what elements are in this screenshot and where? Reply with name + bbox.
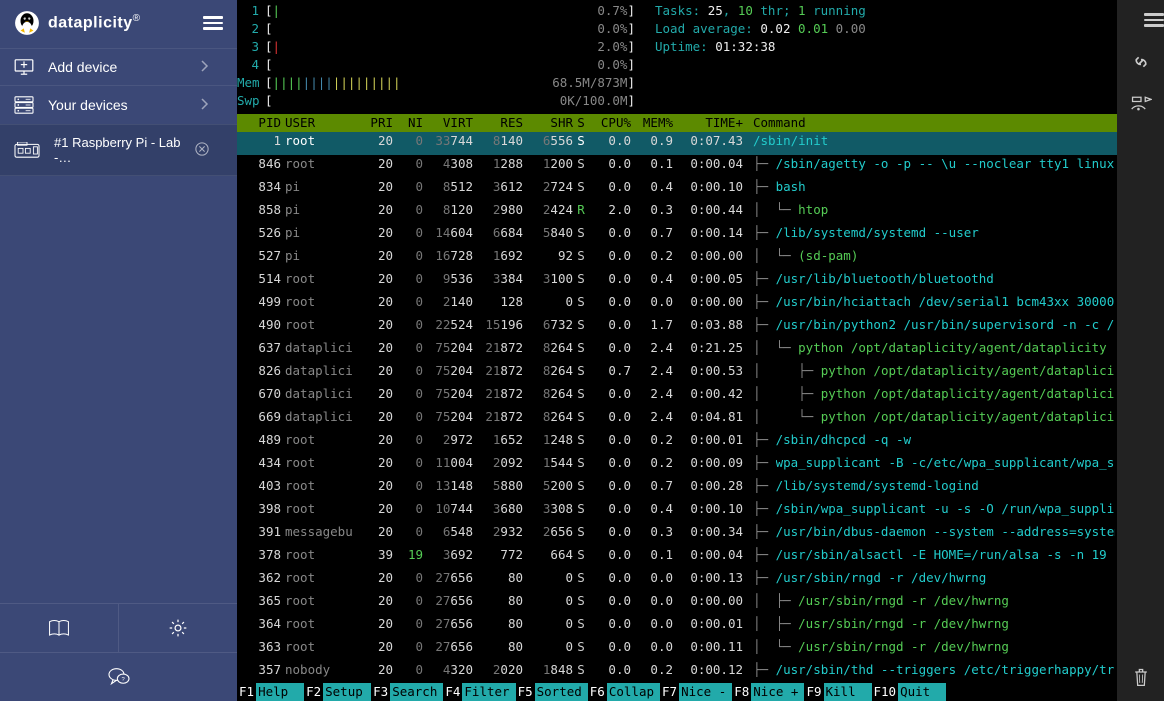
fkey-F2[interactable]: F2Setup bbox=[304, 683, 371, 701]
htop-header: 1[|0.7%]Tasks: 25, 10 thr; 1 running2[0.… bbox=[237, 0, 1117, 114]
fkey-F7[interactable]: F7Nice - bbox=[660, 683, 732, 701]
process-row[interactable]: 499 root 20 0 2140 128 0 S 0.0 0.0 0:00.… bbox=[237, 293, 1117, 316]
sidebar-item-your-devices[interactable]: Your devices bbox=[0, 85, 237, 124]
fkey-F1[interactable]: F1Help bbox=[237, 683, 304, 701]
fkey-F10[interactable]: F10Quit bbox=[872, 683, 947, 701]
process-row[interactable]: 514 root 20 0 9536 3384 3100 S 0.0 0.4 0… bbox=[237, 270, 1117, 293]
sidebar-item-label: Add device bbox=[48, 59, 117, 75]
fkey-F8[interactable]: F8Nice + bbox=[732, 683, 804, 701]
book-icon bbox=[48, 619, 70, 637]
board-icon bbox=[14, 142, 40, 158]
chat-button[interactable]: ? bbox=[0, 652, 237, 701]
process-row[interactable]: 527 pi 20 0 16728 1692 92 S 0.0 0.2 0:00… bbox=[237, 247, 1117, 270]
process-row[interactable]: 834 pi 20 0 8512 3612 2724 S 0.0 0.4 0:0… bbox=[237, 178, 1117, 201]
process-row[interactable]: 1 root 20 0 33744 8140 6556 S 0.0 0.9 0:… bbox=[237, 132, 1117, 155]
hamburger-icon[interactable] bbox=[203, 13, 223, 33]
chat-icon: ? bbox=[108, 667, 130, 687]
process-row[interactable]: 363 root 20 0 27656 80 0 S 0.0 0.0 0:00.… bbox=[237, 638, 1117, 661]
sidebar-item-device-tab[interactable]: #1 Raspberry Pi - Lab -… bbox=[0, 124, 237, 176]
sidebar-footer bbox=[0, 603, 237, 652]
diagnostics-icon[interactable] bbox=[1130, 94, 1152, 114]
sidebar-item-label: Your devices bbox=[48, 97, 128, 113]
process-row[interactable]: 490 root 20 0 22524 15196 6732 S 0.0 1.7… bbox=[237, 316, 1117, 339]
process-row[interactable]: 378 root 39 19 3692 772 664 S 0.0 0.1 0:… bbox=[237, 546, 1117, 569]
process-row[interactable]: 403 root 20 0 13148 5880 5200 S 0.0 0.7 … bbox=[237, 477, 1117, 500]
right-rail bbox=[1117, 0, 1164, 701]
chevron-right-icon bbox=[199, 59, 223, 75]
process-row[interactable]: 365 root 20 0 27656 80 0 S 0.0 0.0 0:00.… bbox=[237, 592, 1117, 615]
process-row[interactable]: 362 root 20 0 27656 80 0 S 0.0 0.0 0:00.… bbox=[237, 569, 1117, 592]
docs-button[interactable] bbox=[0, 604, 118, 652]
close-icon[interactable] bbox=[195, 142, 223, 159]
process-row[interactable]: 858 pi 20 0 8120 2980 2424 R 2.0 0.3 0:0… bbox=[237, 201, 1117, 224]
process-table-header: PIDUSERPRINIVIRTRESSHRSCPU%MEM%TIME+Comm… bbox=[237, 114, 1117, 132]
fkey-F9[interactable]: F9Kill bbox=[804, 683, 871, 701]
trash-icon[interactable] bbox=[1132, 667, 1150, 687]
fkey-F6[interactable]: F6Collap bbox=[588, 683, 660, 701]
server-icon bbox=[14, 96, 34, 114]
monitor-plus-icon bbox=[14, 59, 34, 75]
process-row[interactable]: 357 nobody 20 0 4320 2020 1848 S 0.0 0.2… bbox=[237, 661, 1117, 683]
sidebar: dataplicity® Add device bbox=[0, 0, 237, 701]
process-row[interactable]: 364 root 20 0 27656 80 0 S 0.0 0.0 0:00.… bbox=[237, 615, 1117, 638]
fkey-F4[interactable]: F4Filter bbox=[443, 683, 515, 701]
fkey-F5[interactable]: F5Sorted bbox=[516, 683, 588, 701]
sidebar-header: dataplicity® bbox=[0, 0, 237, 48]
process-row[interactable]: 637 dataplici 20 0 75204 21872 8264 S 0.… bbox=[237, 339, 1117, 362]
process-table-body: 1 root 20 0 33744 8140 6556 S 0.0 0.9 0:… bbox=[237, 132, 1117, 683]
process-row[interactable]: 434 root 20 0 11004 2092 1544 S 0.0 0.2 … bbox=[237, 454, 1117, 477]
process-row[interactable]: 398 root 20 0 10744 3680 3308 S 0.0 0.4 … bbox=[237, 500, 1117, 523]
process-row[interactable]: 846 root 20 0 4308 1288 1200 S 0.0 0.1 0… bbox=[237, 155, 1117, 178]
rail-hamburger-icon[interactable] bbox=[1144, 10, 1164, 30]
htop-fkeys: F1HelpF2SetupF3SearchF4FilterF5SortedF6C… bbox=[237, 683, 1117, 701]
chevron-right-icon bbox=[199, 97, 223, 113]
fkey-F3[interactable]: F3Search bbox=[371, 683, 443, 701]
process-row[interactable]: 391 messagebu 20 0 6548 2932 2656 S 0.0 … bbox=[237, 523, 1117, 546]
process-row[interactable]: 669 dataplici 20 0 75204 21872 8264 S 0.… bbox=[237, 408, 1117, 431]
link-icon[interactable] bbox=[1131, 52, 1151, 72]
device-tab-label: #1 Raspberry Pi - Lab -… bbox=[54, 135, 195, 165]
brand-name: dataplicity® bbox=[48, 13, 141, 32]
settings-button[interactable] bbox=[118, 604, 237, 652]
gear-icon bbox=[168, 618, 188, 638]
terminal[interactable]: 1[|0.7%]Tasks: 25, 10 thr; 1 running2[0.… bbox=[237, 0, 1117, 701]
process-row[interactable]: 670 dataplici 20 0 75204 21872 8264 S 0.… bbox=[237, 385, 1117, 408]
process-row[interactable]: 489 root 20 0 2972 1652 1248 S 0.0 0.2 0… bbox=[237, 431, 1117, 454]
process-row[interactable]: 826 dataplici 20 0 75204 21872 8264 S 0.… bbox=[237, 362, 1117, 385]
process-row[interactable]: 526 pi 20 0 14604 6684 5840 S 0.0 0.7 0:… bbox=[237, 224, 1117, 247]
sidebar-item-add-device[interactable]: Add device bbox=[0, 48, 237, 85]
tux-logo-icon bbox=[14, 10, 40, 36]
